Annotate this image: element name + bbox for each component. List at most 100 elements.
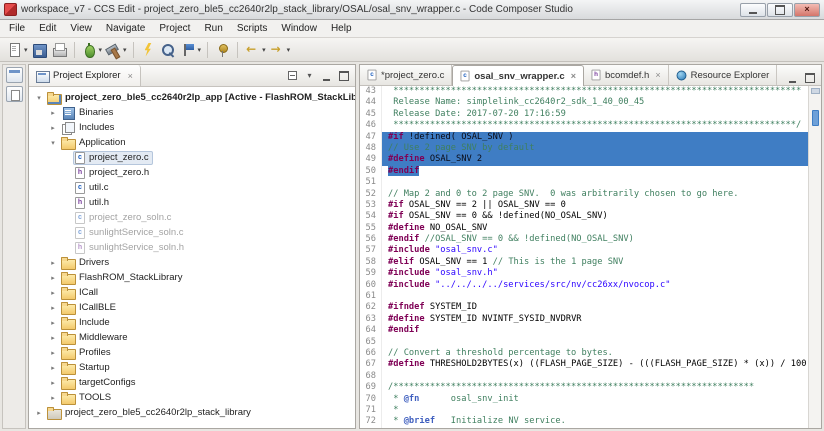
dropdown-arrow-icon[interactable]: ▾ — [262, 46, 266, 54]
tree-item-icall[interactable]: ▸ ICall — [29, 285, 355, 300]
line-number[interactable]: 57 — [360, 245, 382, 257]
expand-arrow-icon[interactable]: ▸ — [47, 274, 59, 282]
line-number[interactable]: 65 — [360, 336, 382, 348]
editor-tab-osal-snv-wrapper-c[interactable]: c osal_snv_wrapper.c × — [452, 65, 584, 86]
editor-tab-resource-explorer[interactable]: Resource Explorer — [669, 65, 778, 85]
tree-item-project-zero-ble5-cc2640r2lp-stack-library[interactable]: ▸ project_zero_ble5_cc2640r2lp_stack_libr… — [29, 405, 355, 420]
back-button[interactable]: ▾ — [243, 41, 267, 59]
window-maximize-button[interactable] — [767, 2, 793, 17]
expand-arrow-icon[interactable]: ▸ — [47, 349, 59, 357]
line-number[interactable]: 51 — [360, 177, 382, 189]
tree-item-middleware[interactable]: ▸ Middleware — [29, 330, 355, 345]
close-view-icon[interactable]: × — [128, 71, 133, 81]
tree-item-application[interactable]: ▾ Application — [29, 135, 355, 150]
dropdown-arrow-icon[interactable]: ▾ — [198, 46, 202, 54]
code-line-69[interactable]: 69 /*************************************… — [360, 382, 808, 394]
collapse-arrow-icon[interactable]: ▾ — [33, 94, 45, 102]
line-number[interactable]: 45 — [360, 108, 382, 121]
code-line-56[interactable]: 56 #endif //OSAL_SNV == 0 && !defined(NO_… — [360, 234, 808, 246]
print-button[interactable] — [50, 41, 69, 59]
line-number[interactable]: 58 — [360, 256, 382, 269]
line-number[interactable]: 61 — [360, 291, 382, 303]
line-number[interactable]: 52 — [360, 188, 382, 200]
expand-arrow-icon[interactable]: ▸ — [47, 304, 59, 312]
line-number[interactable]: 43 — [360, 86, 382, 98]
tree-item-drivers[interactable]: ▸ Drivers — [29, 255, 355, 270]
line-number[interactable]: 50 — [360, 165, 382, 178]
code-line-58[interactable]: 58 #elif OSAL_SNV == 1 // This is the 1 p… — [360, 256, 808, 269]
menu-edit[interactable]: Edit — [32, 21, 63, 36]
expand-arrow-icon[interactable]: ▸ — [47, 259, 59, 267]
menu-window[interactable]: Window — [274, 21, 324, 36]
tree-item-profiles[interactable]: ▸ Profiles — [29, 345, 355, 360]
flash-program-button[interactable] — [139, 41, 158, 59]
line-number[interactable]: 60 — [360, 279, 382, 292]
menu-view[interactable]: View — [63, 21, 99, 36]
expand-arrow-icon[interactable]: ▸ — [47, 334, 59, 342]
editor-tab-project-zero-c[interactable]: c *project_zero.c — [360, 65, 453, 85]
expand-arrow-icon[interactable]: ▸ — [47, 394, 59, 402]
line-number[interactable]: 64 — [360, 325, 382, 337]
code-line-48[interactable]: 48 // Use 2 page SNV by default — [360, 142, 808, 155]
dropdown-arrow-icon[interactable]: ▾ — [123, 46, 127, 54]
tree-item-startup[interactable]: ▸ Startup — [29, 360, 355, 375]
tree-item-includes[interactable]: ▸ Includes — [29, 120, 355, 135]
code-line-65[interactable]: 65 — [360, 336, 808, 348]
dropdown-arrow-icon[interactable]: ▾ — [99, 46, 103, 54]
expand-arrow-icon[interactable]: ▸ — [47, 319, 59, 327]
forward-button[interactable]: ▾ — [268, 41, 292, 59]
code-line-45[interactable]: 45 Release Date: 2017-07-20 17:16:59 — [360, 108, 808, 121]
expand-arrow-icon[interactable]: ▸ — [47, 124, 59, 132]
tree-item-targetconfigs[interactable]: ▸ targetConfigs — [29, 375, 355, 390]
build-button[interactable]: ▾ — [104, 41, 128, 59]
code-line-71[interactable]: 71 * — [360, 404, 808, 417]
collapse-all-icon[interactable] — [285, 68, 300, 83]
line-number[interactable]: 54 — [360, 211, 382, 223]
code-line-72[interactable]: 72 * @brief Initialize NV service. — [360, 416, 808, 428]
overview-ruler[interactable] — [808, 86, 821, 428]
line-number[interactable]: 48 — [360, 142, 382, 155]
tree-item-project-zero-ble5-cc2640r2lp-app-active-flashrom-stacklibrary[interactable]: ▾ project_zero_ble5_cc2640r2lp_app [Activ… — [29, 90, 355, 105]
close-tab-icon[interactable]: × — [571, 71, 576, 81]
line-number[interactable]: 69 — [360, 382, 382, 394]
tree-item-project-zero-c[interactable]: c project_zero.c — [29, 150, 355, 165]
tree-item-tools[interactable]: ▸ TOOLS — [29, 390, 355, 405]
code-line-66[interactable]: 66 // Convert a threshold percentage to b… — [360, 347, 808, 360]
code-line-53[interactable]: 53 #if OSAL_SNV == 2 || OSAL_SNV == 0 — [360, 199, 808, 212]
code-area[interactable]: 43 *************************************… — [360, 86, 808, 428]
tree-item-project-zero-soln-c[interactable]: c project_zero_soln.c — [29, 210, 355, 225]
expand-arrow-icon[interactable]: ▸ — [47, 364, 59, 372]
expand-arrow-icon[interactable]: ▸ — [47, 289, 59, 297]
line-number[interactable]: 47 — [360, 131, 382, 143]
expand-arrow-icon[interactable]: ▸ — [47, 109, 59, 117]
tree-item-icallble[interactable]: ▸ ICallBLE — [29, 300, 355, 315]
tree-item-include[interactable]: ▸ Include — [29, 315, 355, 330]
code-line-62[interactable]: 62 #ifndef SYSTEM_ID — [360, 302, 808, 314]
code-line-59[interactable]: 59 #include "osal_snv.h" — [360, 268, 808, 280]
close-tab-icon[interactable]: × — [655, 70, 660, 80]
pin-button[interactable] — [213, 41, 232, 59]
line-number[interactable]: 72 — [360, 416, 382, 428]
menu-project[interactable]: Project — [152, 21, 197, 36]
new-file-button[interactable]: ▾ — [5, 41, 29, 59]
window-minimize-button[interactable] — [740, 2, 766, 17]
maximize-icon[interactable] — [336, 68, 351, 83]
code-line-49[interactable]: 49 #define OSAL_SNV 2 — [360, 154, 808, 166]
menu-help[interactable]: Help — [324, 21, 359, 36]
menu-file[interactable]: File — [2, 21, 32, 36]
menu-navigate[interactable]: Navigate — [99, 21, 152, 36]
menu-run[interactable]: Run — [197, 21, 229, 36]
code-line-70[interactable]: 70 * @fn osal_snv_init — [360, 393, 808, 405]
maximize-view-icon[interactable] — [802, 70, 817, 85]
line-number[interactable]: 70 — [360, 393, 382, 405]
line-number[interactable]: 66 — [360, 347, 382, 360]
collapse-arrow-icon[interactable]: ▾ — [47, 139, 59, 147]
tree-item-binaries[interactable]: ▸ Binaries — [29, 105, 355, 120]
expand-arrow-icon[interactable]: ▸ — [33, 409, 45, 417]
line-number[interactable]: 49 — [360, 154, 382, 166]
editor-tab-bcomdef-h[interactable]: h bcomdef.h × — [584, 65, 669, 85]
code-line-68[interactable]: 68 — [360, 370, 808, 383]
code-line-47[interactable]: 47 #if !defined( OSAL_SNV ) — [360, 131, 808, 143]
code-line-64[interactable]: 64 #endif — [360, 325, 808, 337]
line-number[interactable]: 67 — [360, 359, 382, 371]
